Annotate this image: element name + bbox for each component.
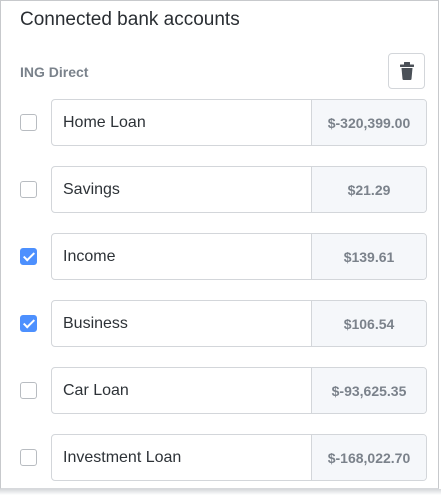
account-name-input[interactable]: Home Loan xyxy=(52,100,311,145)
account-field: Income $139.61 xyxy=(51,233,427,280)
account-row-car-loan: Car Loan $-93,625.35 xyxy=(1,367,438,415)
account-field: Home Loan $-320,399.00 xyxy=(51,99,427,146)
account-balance: $106.54 xyxy=(311,301,426,346)
panel-title: Connected bank accounts xyxy=(20,9,240,30)
delete-bank-button[interactable] xyxy=(388,53,425,89)
account-name-input[interactable]: Investment Loan xyxy=(52,435,311,480)
account-name-input[interactable]: Business xyxy=(52,301,311,346)
account-balance: $-93,625.35 xyxy=(311,368,426,413)
account-balance: $139.61 xyxy=(311,234,426,279)
account-checkbox[interactable] xyxy=(20,382,37,399)
account-balance: $-168,022.70 xyxy=(311,435,426,480)
account-checkbox[interactable] xyxy=(20,114,37,131)
account-name-input[interactable]: Car Loan xyxy=(52,368,311,413)
account-field: Savings $21.29 xyxy=(51,166,427,213)
account-balance: $-320,399.00 xyxy=(311,100,426,145)
trash-icon xyxy=(399,62,414,80)
account-checkbox[interactable] xyxy=(20,315,37,332)
bank-name: ING Direct xyxy=(20,64,89,80)
account-checkbox[interactable] xyxy=(20,449,37,466)
account-balance: $21.29 xyxy=(311,167,426,212)
account-row-home-loan: Home Loan $-320,399.00 xyxy=(1,99,438,147)
account-name-input[interactable]: Savings xyxy=(52,167,311,212)
account-name-input[interactable]: Income xyxy=(52,234,311,279)
panel-bottom-shadow xyxy=(0,489,441,495)
account-field: Investment Loan $-168,022.70 xyxy=(51,434,427,481)
account-field: Business $106.54 xyxy=(51,300,427,347)
account-row-investment-loan: Investment Loan $-168,022.70 xyxy=(1,434,438,482)
connected-bank-accounts-panel: Connected bank accounts ING Direct Home … xyxy=(0,0,439,489)
account-row-income: Income $139.61 xyxy=(1,233,438,281)
account-checkbox[interactable] xyxy=(20,248,37,265)
account-row-savings: Savings $21.29 xyxy=(1,166,438,214)
account-row-business: Business $106.54 xyxy=(1,300,438,348)
account-checkbox[interactable] xyxy=(20,181,37,198)
account-field: Car Loan $-93,625.35 xyxy=(51,367,427,414)
